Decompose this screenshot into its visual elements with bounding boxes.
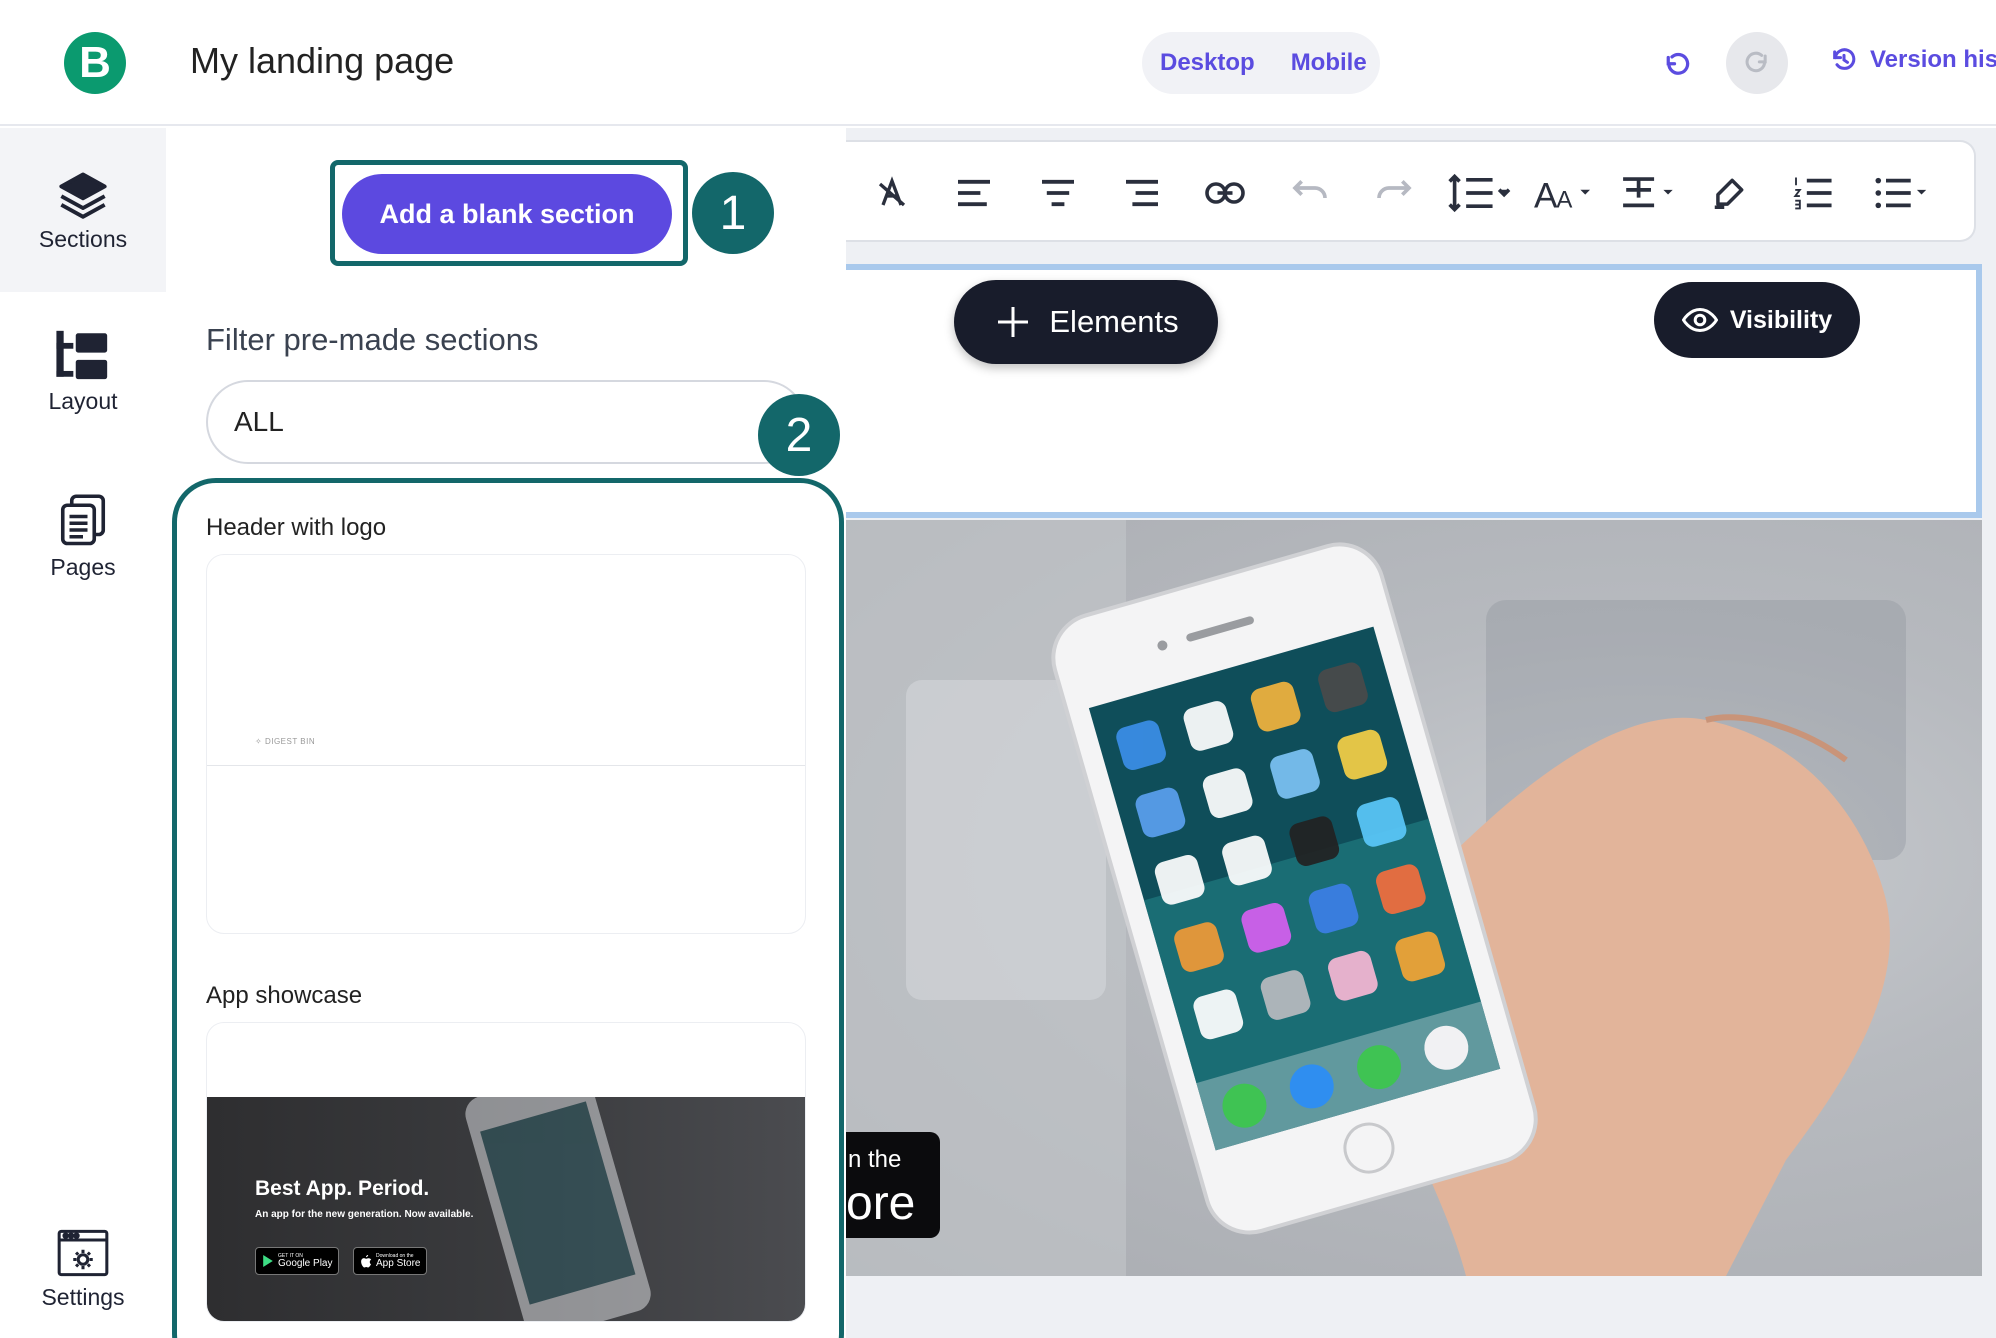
layout-tree-icon — [56, 330, 108, 380]
font-size-icon: AA — [1534, 176, 1590, 213]
visibility-label: Visibility — [1729, 305, 1833, 334]
settings-window-icon — [57, 1229, 109, 1277]
step-badge-2: 2 — [758, 394, 840, 476]
google-play-label: Google Play — [278, 1257, 333, 1269]
step-badge-1: 1 — [692, 172, 774, 254]
line-height-icon — [1448, 173, 1511, 213]
version-history-label: Version his — [1870, 46, 1996, 73]
hero-image-section[interactable] — [846, 520, 1982, 1276]
page-title[interactable]: My landing page — [190, 40, 454, 82]
toolbar-undo-button[interactable] — [1290, 170, 1330, 216]
thumb-app-store-badge: Download on the App Store — [353, 1247, 428, 1275]
numbered-list-icon — [1793, 177, 1832, 210]
top-bar: B My landing page Desktop Mobile Version… — [0, 0, 1996, 126]
rail-label-layout: Layout — [48, 388, 118, 414]
bullet-list-icon — [1875, 177, 1927, 209]
align-left-icon — [958, 179, 990, 207]
align-right-button[interactable] — [1122, 170, 1162, 216]
app-store-label: App Store — [376, 1257, 421, 1269]
device-desktop-button[interactable]: Desktop — [1142, 49, 1273, 77]
rail-label-settings: Settings — [41, 1284, 125, 1310]
store-badge-line1: n the — [848, 1146, 902, 1173]
version-history-button[interactable]: Version his — [1830, 46, 1996, 74]
rail-item-sections[interactable]: Sections — [0, 128, 166, 292]
thumb-google-play-badge: GET IT ON Google Play — [255, 1247, 340, 1275]
thumb-logo-text: ✧ DIGEST BIN — [255, 737, 316, 746]
rail-label-sections: Sections — [38, 225, 128, 252]
thumb-logo-label: DIGEST BIN — [264, 737, 316, 746]
device-mobile-button[interactable]: Mobile — [1273, 49, 1385, 77]
text-style-icon — [1623, 177, 1673, 208]
rail-item-layout[interactable]: Layout — [0, 328, 166, 415]
rail-item-pages[interactable]: Pages — [0, 494, 166, 581]
highlight-button[interactable] — [1710, 170, 1748, 216]
logo-letter: B — [79, 38, 111, 87]
align-right-icon — [1126, 179, 1158, 207]
brevo-logo[interactable]: B — [64, 32, 126, 94]
svg-text:A: A — [1556, 186, 1572, 213]
text-style-dropdown[interactable] — [1620, 170, 1682, 216]
section-filter-select[interactable]: ALL — [206, 380, 806, 464]
clear-format-icon — [878, 176, 906, 207]
numbered-list-button[interactable] — [1792, 170, 1834, 216]
thumb-divider — [207, 765, 805, 766]
device-toggle: Desktop Mobile — [1142, 32, 1380, 94]
highlighter-icon — [1714, 178, 1744, 209]
play-store-icon — [263, 1255, 273, 1267]
left-nav-rail: Sections Layout Pages Settings — [0, 128, 166, 1338]
layers-icon — [59, 172, 107, 219]
redo-button[interactable] — [1726, 32, 1788, 94]
add-blank-section-button[interactable]: Add a blank section — [342, 174, 672, 254]
filter-selected-value: ALL — [234, 406, 284, 437]
undo-icon — [1666, 52, 1690, 75]
pages-icon — [60, 494, 106, 546]
plus-icon — [998, 307, 1029, 337]
store-badge-line2: ore — [846, 1177, 916, 1230]
app-store-badge-fragment[interactable]: n the ore — [846, 1132, 940, 1238]
history-icon — [1833, 48, 1856, 70]
add-elements-button[interactable]: Elements — [954, 280, 1218, 364]
elements-label: Elements — [1049, 304, 1179, 339]
align-center-icon — [1042, 179, 1074, 207]
section-thumb-app-showcase[interactable]: Best App. Period. An app for the new gen… — [206, 1022, 806, 1322]
thumb-heading: Best App. Period. — [255, 1177, 430, 1200]
link-icon — [1205, 182, 1245, 204]
bullet-list-dropdown[interactable] — [1872, 170, 1934, 216]
toolbar-redo-icon — [1377, 180, 1412, 199]
section-title-app-showcase: App showcase — [206, 982, 363, 1009]
align-left-button[interactable] — [954, 170, 994, 216]
rail-label-pages: Pages — [50, 554, 116, 580]
undo-button[interactable] — [1652, 40, 1702, 90]
clear-format-button[interactable] — [874, 170, 910, 216]
section-title-header-with-logo: Header with logo — [206, 514, 387, 541]
thumb-dark-hero: Best App. Period. An app for the new gen… — [207, 1097, 805, 1321]
section-thumb-header-with-logo[interactable]: ✧ DIGEST BIN — [206, 554, 806, 934]
hand-holding-phone-image — [846, 520, 1906, 1276]
toolbar-undo-icon — [1292, 180, 1327, 199]
filter-sections-label: Filter pre-made sections — [206, 322, 539, 357]
redo-icon — [1745, 51, 1767, 73]
rail-item-settings[interactable]: Settings — [0, 1228, 166, 1311]
eye-icon — [1681, 307, 1718, 333]
apple-icon — [361, 1254, 372, 1267]
link-button[interactable] — [1204, 170, 1246, 216]
toolbar-redo-button[interactable] — [1374, 170, 1414, 216]
svg-text:A: A — [1534, 176, 1558, 213]
thumb-subheading: An app for the new generation. Now avail… — [255, 1209, 474, 1220]
line-height-dropdown[interactable] — [1448, 170, 1514, 216]
visibility-button[interactable]: Visibility — [1654, 282, 1860, 358]
text-format-toolbar: AA — [846, 140, 1976, 242]
font-size-dropdown[interactable]: AA — [1534, 170, 1598, 216]
align-center-button[interactable] — [1038, 170, 1078, 216]
